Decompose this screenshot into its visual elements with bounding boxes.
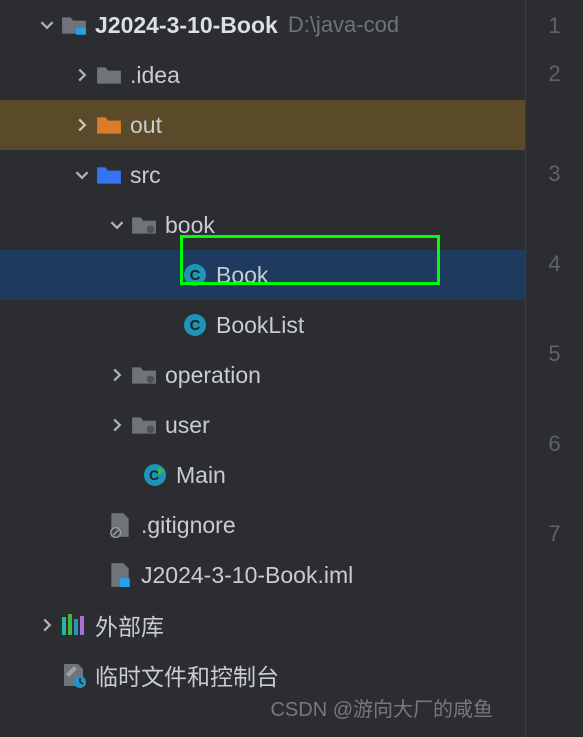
tree-item-idea[interactable]: .idea: [0, 50, 525, 100]
chevron-right-icon[interactable]: [105, 418, 129, 432]
tree-item-book-package[interactable]: book: [0, 200, 525, 250]
line-number: 3: [548, 151, 560, 241]
line-number: 6: [548, 421, 560, 511]
tree-item-out[interactable]: out: [0, 100, 525, 150]
svg-text:C: C: [190, 317, 201, 334]
line-number: 4: [548, 241, 560, 331]
chevron-right-icon[interactable]: [70, 68, 94, 82]
editor-gutter: 1 2 3 4 5 6 7: [525, 0, 583, 737]
tree-item-src[interactable]: src: [0, 150, 525, 200]
tree-item-operation-package[interactable]: operation: [0, 350, 525, 400]
file-icon: [105, 512, 135, 538]
iml-label: J2024-3-10-Book.iml: [141, 562, 353, 589]
chevron-right-icon[interactable]: [35, 618, 59, 632]
operation-package-label: operation: [165, 362, 261, 389]
svg-text:C: C: [190, 267, 201, 284]
main-class-label: Main: [176, 462, 226, 489]
runnable-class-icon: C: [140, 463, 170, 487]
external-libraries-label: 外部库: [95, 608, 164, 642]
chevron-down-icon[interactable]: [70, 168, 94, 182]
line-number: 1: [548, 3, 560, 51]
tree-item-external-libraries[interactable]: 外部库: [0, 600, 525, 650]
tree-item-booklist-class[interactable]: C BookList: [0, 300, 525, 350]
user-package-label: user: [165, 412, 210, 439]
project-root-path: D:\java-cod: [288, 12, 399, 38]
excluded-folder-icon: [94, 114, 124, 136]
line-number: 2: [548, 51, 560, 151]
line-number: 5: [548, 331, 560, 421]
svg-text:C: C: [149, 467, 159, 483]
package-icon: [129, 364, 159, 386]
chevron-down-icon[interactable]: [105, 218, 129, 232]
chevron-right-icon[interactable]: [70, 118, 94, 132]
tree-item-gitignore[interactable]: .gitignore: [0, 500, 525, 550]
out-label: out: [130, 112, 162, 139]
tree-item-book-class[interactable]: C Book: [0, 250, 525, 300]
project-root-label: J2024-3-10-Book: [95, 12, 278, 39]
idea-label: .idea: [130, 62, 180, 89]
source-folder-icon: [94, 164, 124, 186]
scratches-label: 临时文件和控制台: [95, 658, 279, 692]
scratches-icon: [59, 662, 89, 688]
package-icon: [129, 414, 159, 436]
module-file-icon: [105, 562, 135, 588]
tree-item-main-class[interactable]: C Main: [0, 450, 525, 500]
tree-item-iml[interactable]: J2024-3-10-Book.iml: [0, 550, 525, 600]
book-package-label: book: [165, 212, 215, 239]
folder-icon: [94, 64, 124, 86]
class-icon: C: [180, 313, 210, 337]
chevron-right-icon[interactable]: [105, 368, 129, 382]
booklist-class-label: BookList: [216, 312, 304, 339]
gitignore-label: .gitignore: [141, 512, 236, 539]
src-label: src: [130, 162, 161, 189]
chevron-down-icon[interactable]: [35, 18, 59, 32]
libraries-icon: [59, 613, 89, 637]
watermark: CSDN @游向大厂的咸鱼: [270, 693, 493, 722]
class-icon: C: [180, 263, 210, 287]
module-folder-icon: [59, 14, 89, 36]
book-class-label: Book: [216, 262, 268, 289]
tree-item-user-package[interactable]: user: [0, 400, 525, 450]
line-number: 7: [548, 511, 560, 601]
project-tree: J2024-3-10-Book D:\java-cod .idea out sr…: [0, 0, 525, 737]
package-icon: [129, 214, 159, 236]
tree-item-project-root[interactable]: J2024-3-10-Book D:\java-cod: [0, 0, 525, 50]
